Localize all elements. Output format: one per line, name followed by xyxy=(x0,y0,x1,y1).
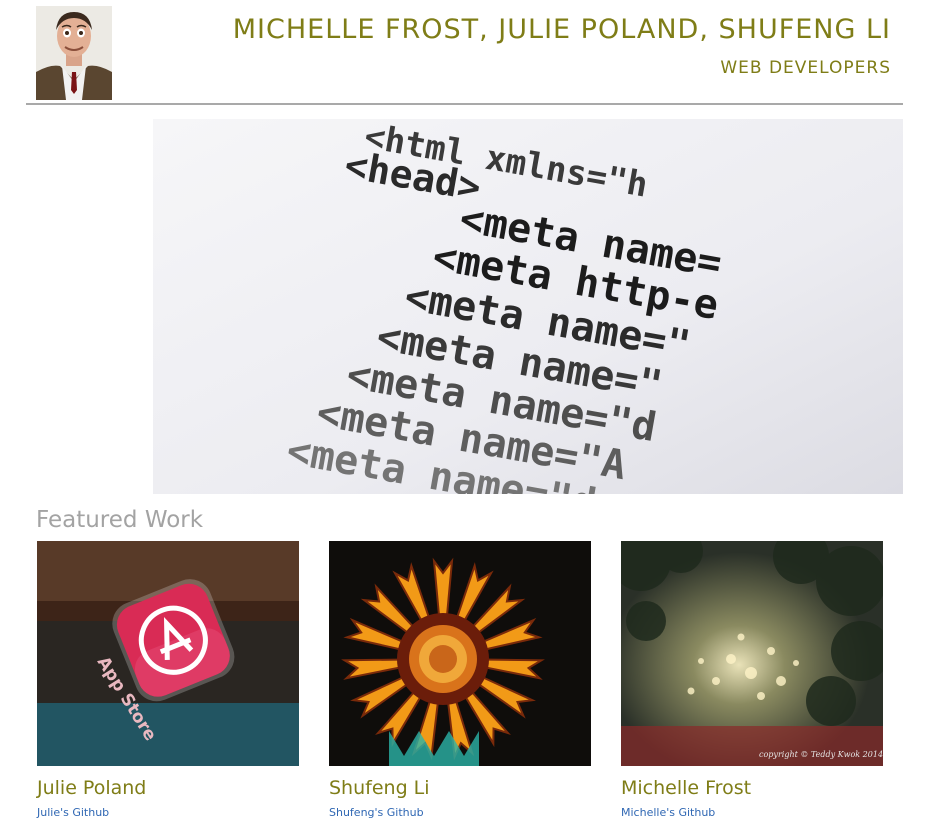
page-title: MICHELLE FROST, JULIE POLAND, SHUFENG LI xyxy=(232,14,891,45)
featured-card-shufeng: Shufeng Li Shufeng's Github xyxy=(329,541,593,819)
featured-card-michelle: copyright © Teddy Kwok 2014 Michelle Fro… xyxy=(621,541,885,819)
bokeh-photo: copyright © Teddy Kwok 2014 xyxy=(621,541,883,766)
card-thumbnail[interactable]: copyright © Teddy Kwok 2014 xyxy=(621,541,883,766)
card-name: Julie Poland xyxy=(37,777,147,799)
site-header: MICHELLE FROST, JULIE POLAND, SHUFENG LI… xyxy=(26,0,903,105)
card-name: Shufeng Li xyxy=(329,777,430,799)
card-thumbnail[interactable] xyxy=(329,541,591,766)
app-store-photo: App Store xyxy=(37,541,299,766)
avatar-photo xyxy=(36,6,112,100)
avatar xyxy=(36,6,112,100)
card-name: Michelle Frost xyxy=(621,777,752,799)
github-link-shufeng[interactable]: Shufeng's Github xyxy=(329,806,424,819)
github-link-michelle[interactable]: Michelle's Github xyxy=(621,806,715,819)
card-thumbnail[interactable]: App Store xyxy=(37,541,299,766)
page-subtitle: WEB DEVELOPERS xyxy=(720,58,891,78)
hero-image: <html xmlns="h <head> <meta name= <meta … xyxy=(153,119,903,494)
photo-watermark: copyright © Teddy Kwok 2014 xyxy=(759,750,883,759)
code-photo: <html xmlns="h <head> <meta name= <meta … xyxy=(153,119,903,494)
flower-photo xyxy=(329,541,591,766)
github-link-julie[interactable]: Julie's Github xyxy=(37,806,109,819)
featured-card-julie: App Store Julie Poland Julie's Github xyxy=(37,541,301,819)
featured-work-heading: Featured Work xyxy=(36,507,204,533)
